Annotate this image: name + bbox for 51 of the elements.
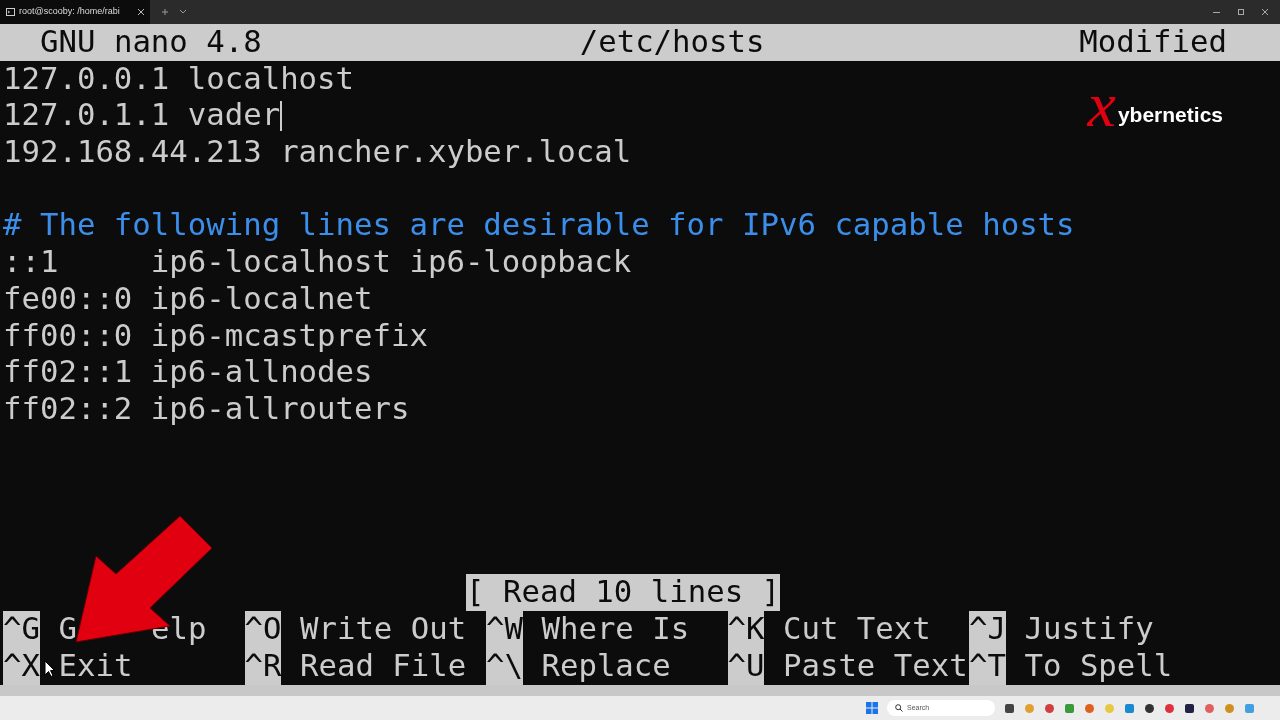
shortcut-key: ^J (969, 611, 1006, 648)
add-tab-icon[interactable] (162, 9, 168, 15)
shortcut-label: Write Out (299, 611, 467, 648)
app-icon[interactable] (1004, 702, 1015, 714)
file-name: /etc/hosts (579, 24, 765, 61)
tab-title: root@scooby: /home/rabi (19, 5, 120, 19)
shortcut-label: To Spell (1024, 647, 1173, 685)
shortcut-key: ^O (244, 611, 282, 648)
shortcut-label: Read File (299, 647, 467, 685)
maximize-icon[interactable] (1238, 9, 1244, 15)
shortcut-label: Paste Text (782, 647, 968, 685)
modified-status: Modified (1079, 24, 1227, 61)
shortcut-key: ^R (244, 647, 282, 685)
text-cursor (280, 100, 283, 131)
start-icon[interactable] (866, 702, 878, 714)
shortcut-key: ^G (3, 611, 40, 648)
status-message: [ Read 10 lines ] (466, 574, 781, 612)
code-line: fe00::0 ip6-localnet (3, 280, 373, 318)
minimize-icon[interactable] (1213, 11, 1220, 13)
logo-text: ybernetics (1117, 102, 1223, 127)
code-line: ::1 ip6-localhost ip6-loopback (3, 244, 632, 281)
app-icon[interactable] (1184, 702, 1195, 714)
shortcut-label: Replace (541, 647, 671, 685)
shortcut-label: Justify (1024, 611, 1154, 648)
code-line: 127.0.1.1 vader (3, 97, 281, 135)
app-icon[interactable] (1144, 702, 1155, 714)
shortcut-key: ^X (3, 647, 40, 685)
logo-mark: x (1087, 80, 1116, 129)
dropdown-icon[interactable] (180, 10, 186, 14)
editor-version: GNU nano 4.8 (40, 24, 262, 61)
shortcut-key: ^U (727, 647, 765, 685)
search-icon (895, 704, 903, 712)
close-icon[interactable] (1262, 9, 1268, 15)
shortcut-label: Cut Text (782, 611, 931, 648)
close-icon[interactable] (138, 9, 144, 15)
shortcut-key: ^W (486, 611, 523, 648)
shortcut-key: ^\ (486, 647, 523, 685)
code-line: 192.168.44.213 rancher.xyber.local (3, 134, 632, 171)
shortcut-key: ^K (727, 611, 765, 648)
code-line: 127.0.0.1 localhost (3, 60, 355, 98)
code-line: ff02::1 ip6-allnodes (3, 354, 373, 391)
mouse-cursor-icon (44, 660, 55, 677)
code-line: ff00::0 ip6-mcastprefix (3, 317, 428, 355)
terminal-tab[interactable]: root@scooby: /home/rabi (0, 0, 150, 24)
terminal-icon (6, 8, 15, 16)
shortcut-label: Exit (58, 647, 133, 685)
code-line: ff02::2 ip6-allrouters (3, 390, 410, 428)
shortcut-label: Where Is (541, 611, 690, 648)
code-comment: # The following lines are desirable for IPv6 capable hosts (3, 207, 1075, 245)
shortcut-label: G (58, 611, 77, 648)
shortcut-key: ^T (969, 647, 1006, 685)
